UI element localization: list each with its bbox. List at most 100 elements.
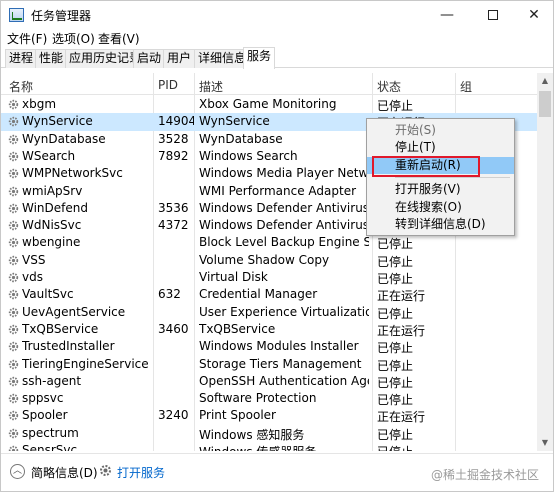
watermark-text: @稀土掘金技术社区 <box>431 468 540 482</box>
table-row[interactable]: SensrSvc Windows 传感器服务已停止 <box>1 442 537 451</box>
chevron-up-icon[interactable]: ︿ <box>10 464 25 479</box>
service-gear-icon <box>8 220 19 231</box>
service-gear-icon <box>8 134 19 145</box>
window-title: 任务管理器 <box>31 9 92 23</box>
service-status: 已停止 <box>377 254 414 269</box>
service-description: WynService <box>199 114 270 129</box>
service-description: Credential Manager <box>199 287 318 302</box>
services-gear-icon <box>99 464 112 477</box>
vertical-scrollbar[interactable]: ▲ ▼ <box>537 73 553 451</box>
scroll-down-icon[interactable]: ▼ <box>537 435 553 451</box>
service-gear-icon <box>8 445 19 451</box>
tab-startup[interactable]: 启动 <box>133 49 166 68</box>
context-menu-start[interactable]: 开始(S) <box>367 122 514 139</box>
table-row[interactable]: sppsvc Software Protection 已停止 <box>1 390 537 407</box>
service-gear-icon <box>8 376 19 387</box>
service-pid: 7892 <box>158 148 189 163</box>
service-status: 正在运行 <box>377 410 426 425</box>
context-menu-search-online[interactable]: 在线搜索(O) <box>367 199 514 216</box>
table-row[interactable]: vds Virtual Disk 已停止 <box>1 269 537 286</box>
menu-file[interactable]: 文件(F) <box>7 30 47 47</box>
task-manager-window: 任务管理器 — ✕ 文件(F) 选项(O) 查看(V) 进程 性能 应用历史记录… <box>0 0 554 492</box>
service-gear-icon <box>8 186 19 197</box>
service-description: WMI Performance Adapter <box>199 183 357 198</box>
service-gear-icon <box>8 324 19 335</box>
column-header-name[interactable]: 名称 <box>9 78 33 95</box>
table-row[interactable]: wbengine Block Level Backup Engine Servic… <box>1 234 537 251</box>
scrollbar-thumb[interactable] <box>539 91 551 117</box>
table-row[interactable]: VaultSvc 632 Credential Manager 正在运行 <box>1 286 537 303</box>
service-name: TxQBService <box>22 321 99 336</box>
service-name: WSearch <box>22 148 76 163</box>
scroll-up-icon[interactable]: ▲ <box>537 73 553 89</box>
menu-options[interactable]: 选项(O) <box>52 30 95 47</box>
close-button[interactable]: ✕ <box>514 1 554 29</box>
service-description: Virtual Disk <box>199 270 268 284</box>
service-gear-icon <box>8 289 19 300</box>
maximize-button[interactable] <box>473 1 513 29</box>
service-gear-icon <box>8 151 19 162</box>
service-status: 已停止 <box>377 443 453 451</box>
table-row[interactable]: TxQBService 3460 TxQBService 正在运行 <box>1 321 537 338</box>
tab-processes[interactable]: 进程 <box>5 49 38 68</box>
footer-bar: ︿ 简略信息(D) 打开服务 @稀土掘金技术社区 <box>1 453 553 491</box>
column-header-pid[interactable]: PID <box>158 78 178 92</box>
service-name: vds <box>22 270 43 284</box>
table-row[interactable]: UevAgentService User Experience Virtualiz… <box>1 304 537 321</box>
service-name: VSS <box>22 252 46 267</box>
context-menu: 开始(S) 停止(T) 重新启动(R) 打开服务(V) 在线搜索(O) 转到详细… <box>366 118 515 236</box>
service-name: TieringEngineService <box>22 356 149 371</box>
service-description: User Experience Virtualization Se... <box>199 304 369 319</box>
service-description: Software Protection <box>199 391 317 406</box>
service-status: 正在运行 <box>377 289 426 304</box>
table-row[interactable]: spectrum Windows 感知服务 已停止 <box>1 425 537 442</box>
tab-users[interactable]: 用户 <box>163 49 196 68</box>
service-pid: 3528 <box>158 131 189 146</box>
fewer-details-link[interactable]: 简略信息(D) <box>31 464 98 481</box>
service-description: Windows Search <box>199 148 298 163</box>
service-gear-icon <box>8 410 19 421</box>
service-status: 正在运行 <box>377 323 426 338</box>
service-name: SensrSvc <box>22 443 78 451</box>
column-header-group[interactable]: 组 <box>460 78 472 95</box>
table-header: 名称 PID 描述 状态 组 <box>1 73 537 95</box>
minimize-button[interactable]: — <box>427 1 467 29</box>
column-header-description[interactable]: 描述 <box>199 78 223 95</box>
tab-details[interactable]: 详细信息 <box>194 49 251 68</box>
service-gear-icon <box>8 359 19 370</box>
service-description: Windows Media Player Network ... <box>199 166 369 181</box>
service-description: Windows Defender Antivirus Serv... <box>199 200 369 215</box>
service-gear-icon <box>8 255 19 266</box>
table-row[interactable]: TieringEngineService Storage Tiers Manage… <box>1 356 537 373</box>
tab-performance[interactable]: 性能 <box>35 49 68 68</box>
service-status: 已停止 <box>377 341 414 356</box>
tab-services[interactable]: 服务 <box>243 47 276 69</box>
annotation-highlight-box <box>372 156 480 177</box>
service-name: WynDatabase <box>22 131 106 146</box>
table-row[interactable]: TrustedInstaller Windows Modules Installe… <box>1 338 537 355</box>
table-row[interactable]: Spooler 3240 Print Spooler 正在运行 <box>1 407 537 424</box>
table-row[interactable]: xbgm Xbox Game Monitoring 已停止 <box>1 96 537 113</box>
service-description: Windows Modules Installer <box>199 339 359 354</box>
open-services-link[interactable]: 打开服务 <box>117 464 165 481</box>
service-status: 已停止 <box>377 427 414 442</box>
column-header-status[interactable]: 状态 <box>377 78 401 95</box>
service-name: WdNisSvc <box>22 218 82 233</box>
maximize-icon <box>488 10 498 20</box>
service-name: ssh-agent <box>22 373 82 388</box>
service-description: Windows 感知服务 <box>199 427 305 442</box>
table-row[interactable]: VSS Volume Shadow Copy 已停止 <box>1 252 537 269</box>
table-row[interactable]: ssh-agent OpenSSH Authentication Agent 已停止 <box>1 373 537 390</box>
service-pid: 632 <box>158 287 181 302</box>
context-menu-goto-details[interactable]: 转到详细信息(D) <box>367 216 514 233</box>
service-name: wmiApSrv <box>22 183 83 198</box>
tab-strip: 进程 性能 应用历史记录 启动 用户 详细信息 服务 <box>1 47 553 69</box>
context-menu-stop[interactable]: 停止(T) <box>367 139 514 156</box>
menu-view[interactable]: 查看(V) <box>98 30 140 47</box>
service-pid: 3460 <box>158 321 189 336</box>
service-name: wbengine <box>22 235 81 250</box>
service-gear-icon <box>8 116 19 127</box>
context-menu-open-services[interactable]: 打开服务(V) <box>367 181 514 198</box>
title-bar: 任务管理器 — ✕ <box>1 1 553 29</box>
service-description: Block Level Backup Engine Service <box>199 235 369 250</box>
